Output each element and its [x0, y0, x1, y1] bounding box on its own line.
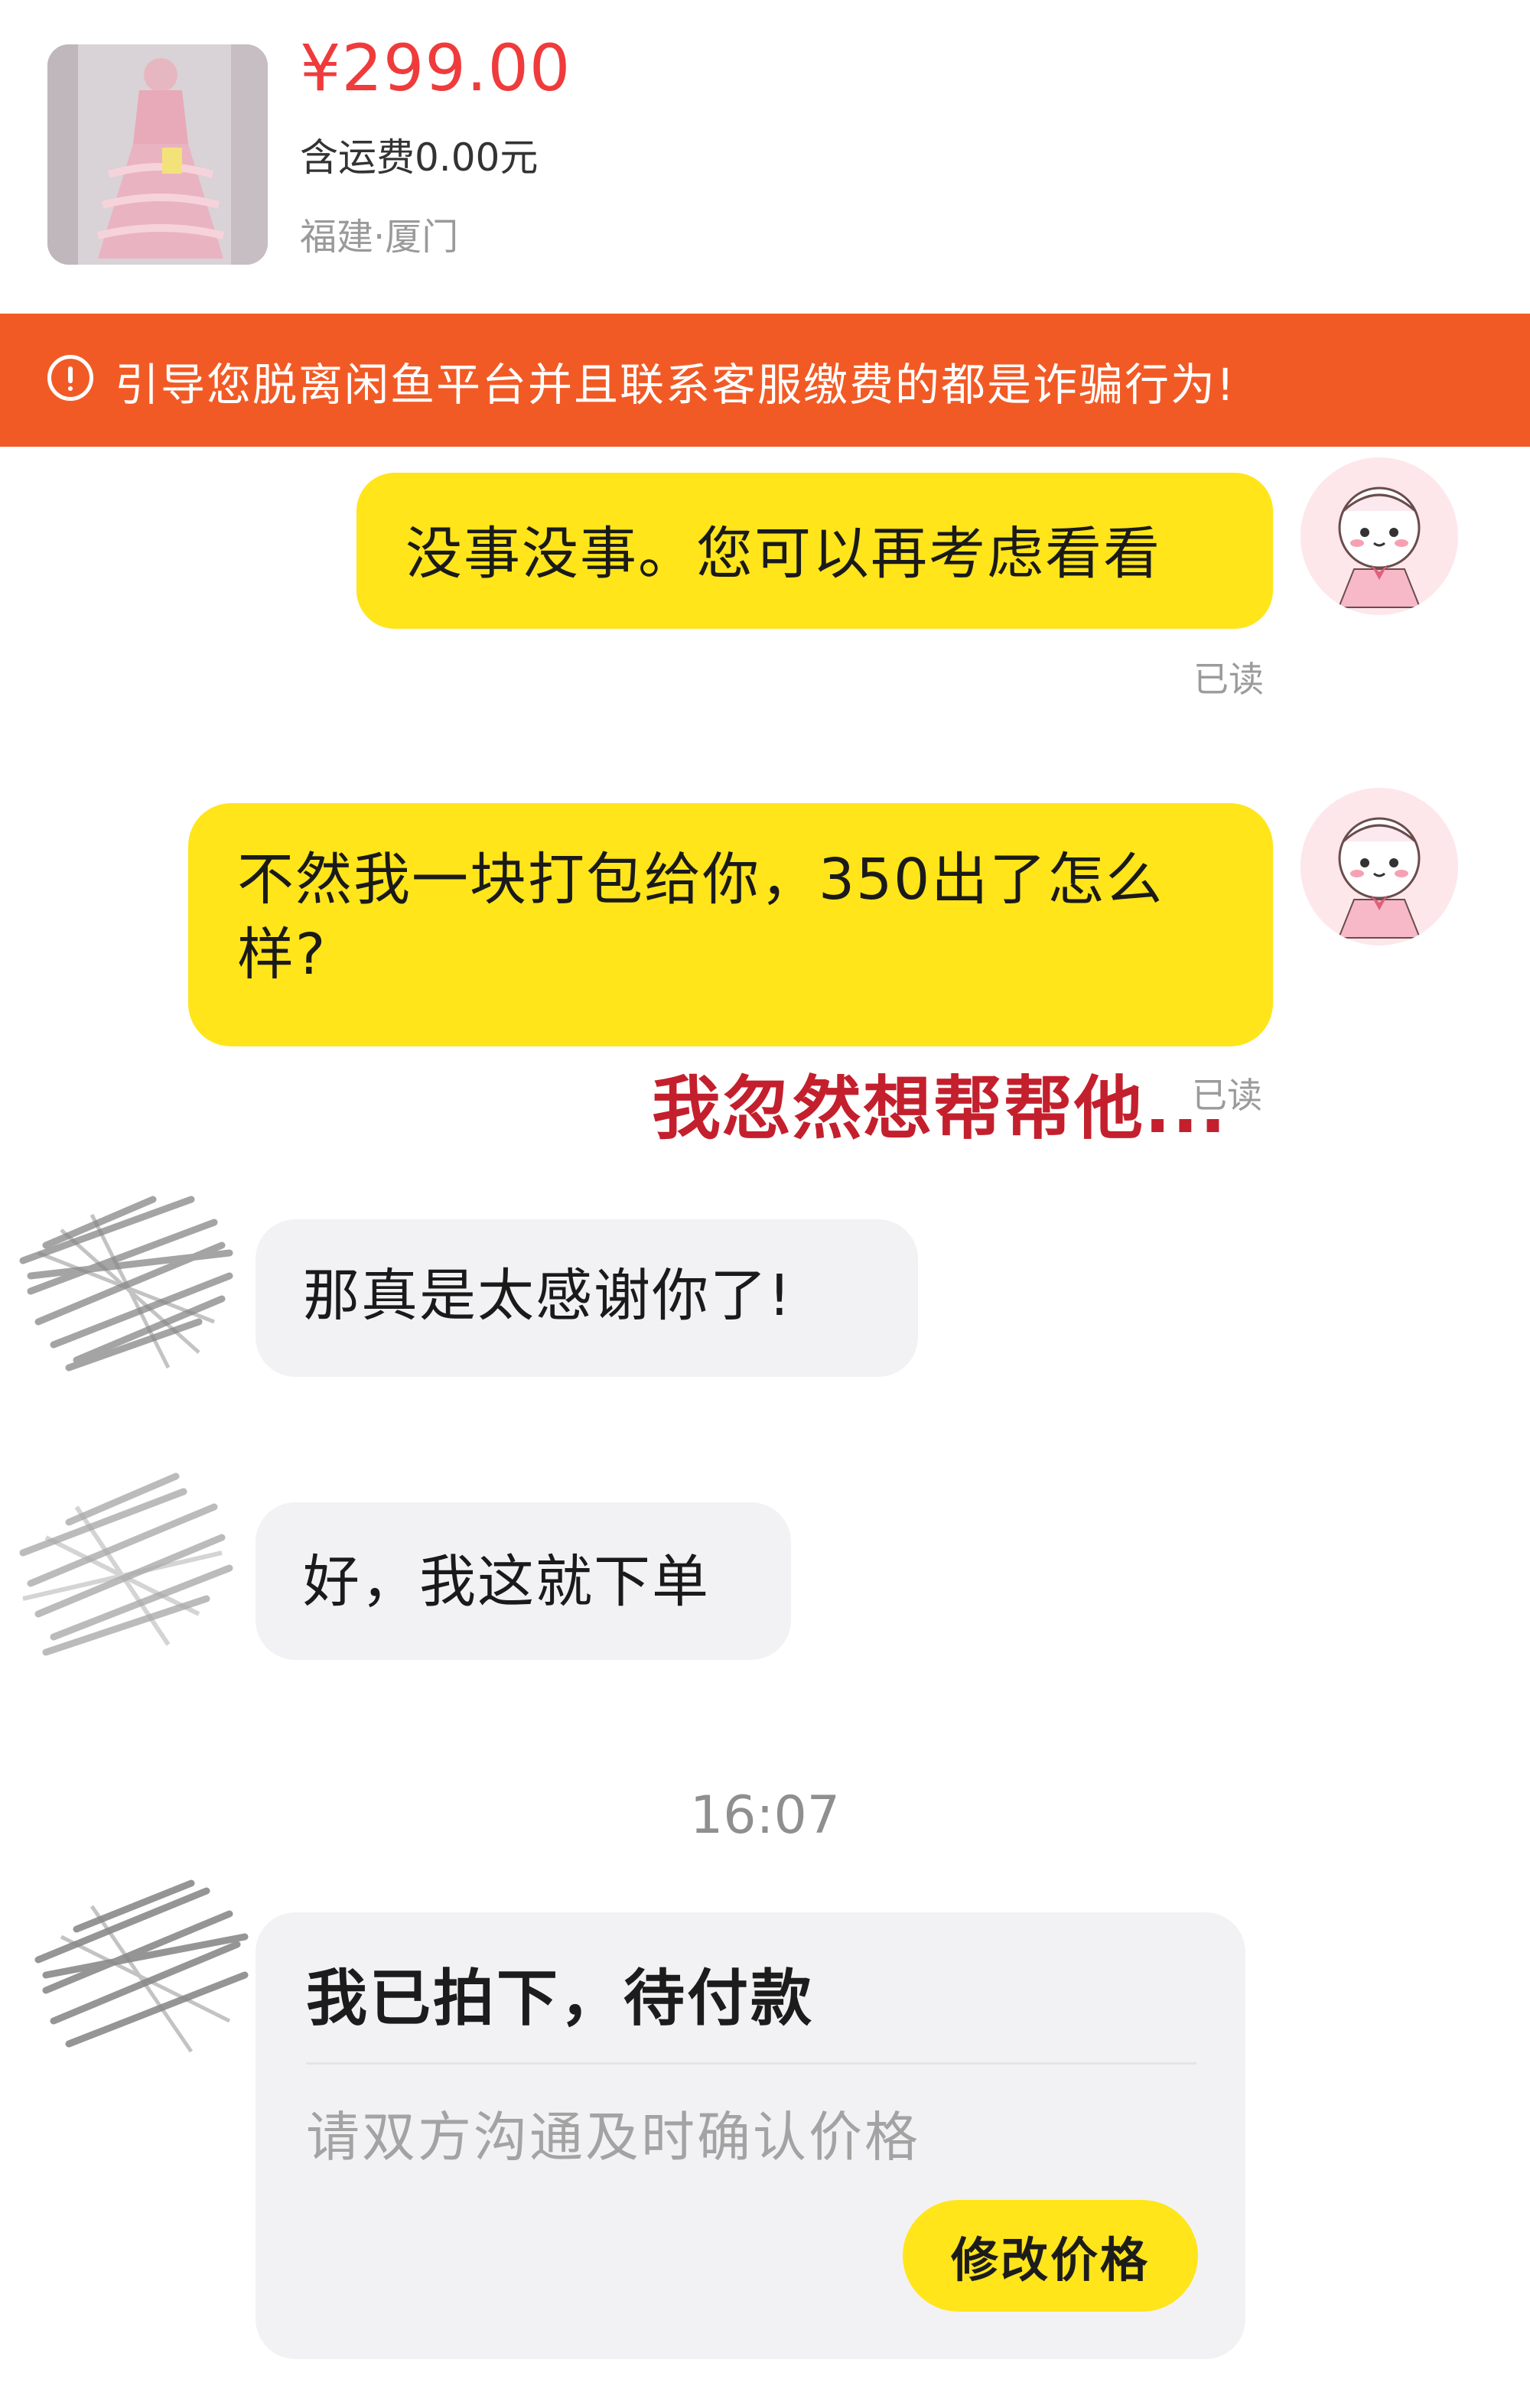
maid-cat-avatar-icon [1300, 457, 1458, 615]
shipping-info: 含运费0.00元 [300, 135, 539, 180]
buyer-avatar-redacted[interactable] [0, 1169, 245, 1398]
buyer-message-bubble[interactable]: 好，我这就下单 [256, 1502, 791, 1660]
scribble-redaction-icon [19, 1472, 233, 1656]
my-message-bubble[interactable]: 没事没事。您可以再考虑看看 [356, 473, 1273, 629]
dress-image [47, 44, 268, 265]
seller-location: 福建·厦门 [300, 216, 459, 259]
buyer-avatar-redacted[interactable] [15, 1845, 260, 2074]
my-message-bubble[interactable]: 不然我一块打包给你，350出了怎么样? [188, 803, 1273, 1046]
product-price: ¥299.00 [300, 31, 571, 106]
scribble-redaction-icon [34, 1879, 249, 2053]
red-annotation-text: 我忽然想帮帮他... [652, 1069, 1228, 1149]
read-status: 已读 [1192, 1075, 1262, 1116]
my-avatar[interactable] [1300, 457, 1458, 615]
order-status-subtitle: 请双方沟通及时确认价格 [306, 2106, 920, 2169]
card-divider [306, 2062, 1196, 2065]
my-avatar[interactable] [1300, 788, 1458, 945]
buyer-message-bubble[interactable]: 那真是太感谢你了! [256, 1219, 918, 1377]
maid-cat-avatar-icon [1300, 788, 1458, 945]
message-timestamp: 16:07 [690, 1785, 840, 1846]
scribble-redaction-icon [19, 1196, 233, 1372]
modify-price-button[interactable]: 修改价格 [903, 2200, 1198, 2312]
buyer-avatar-redacted[interactable] [0, 1446, 245, 1675]
read-status: 已读 [1193, 659, 1264, 700]
alert-circle-icon [47, 355, 93, 401]
order-status-title: 我已拍下，待付款 [306, 1963, 814, 2034]
fraud-warning-text: 引导您脱离闲鱼平台并且联系客服缴费的都是诈骗行为! [115, 359, 1236, 411]
product-thumbnail[interactable] [47, 44, 268, 265]
